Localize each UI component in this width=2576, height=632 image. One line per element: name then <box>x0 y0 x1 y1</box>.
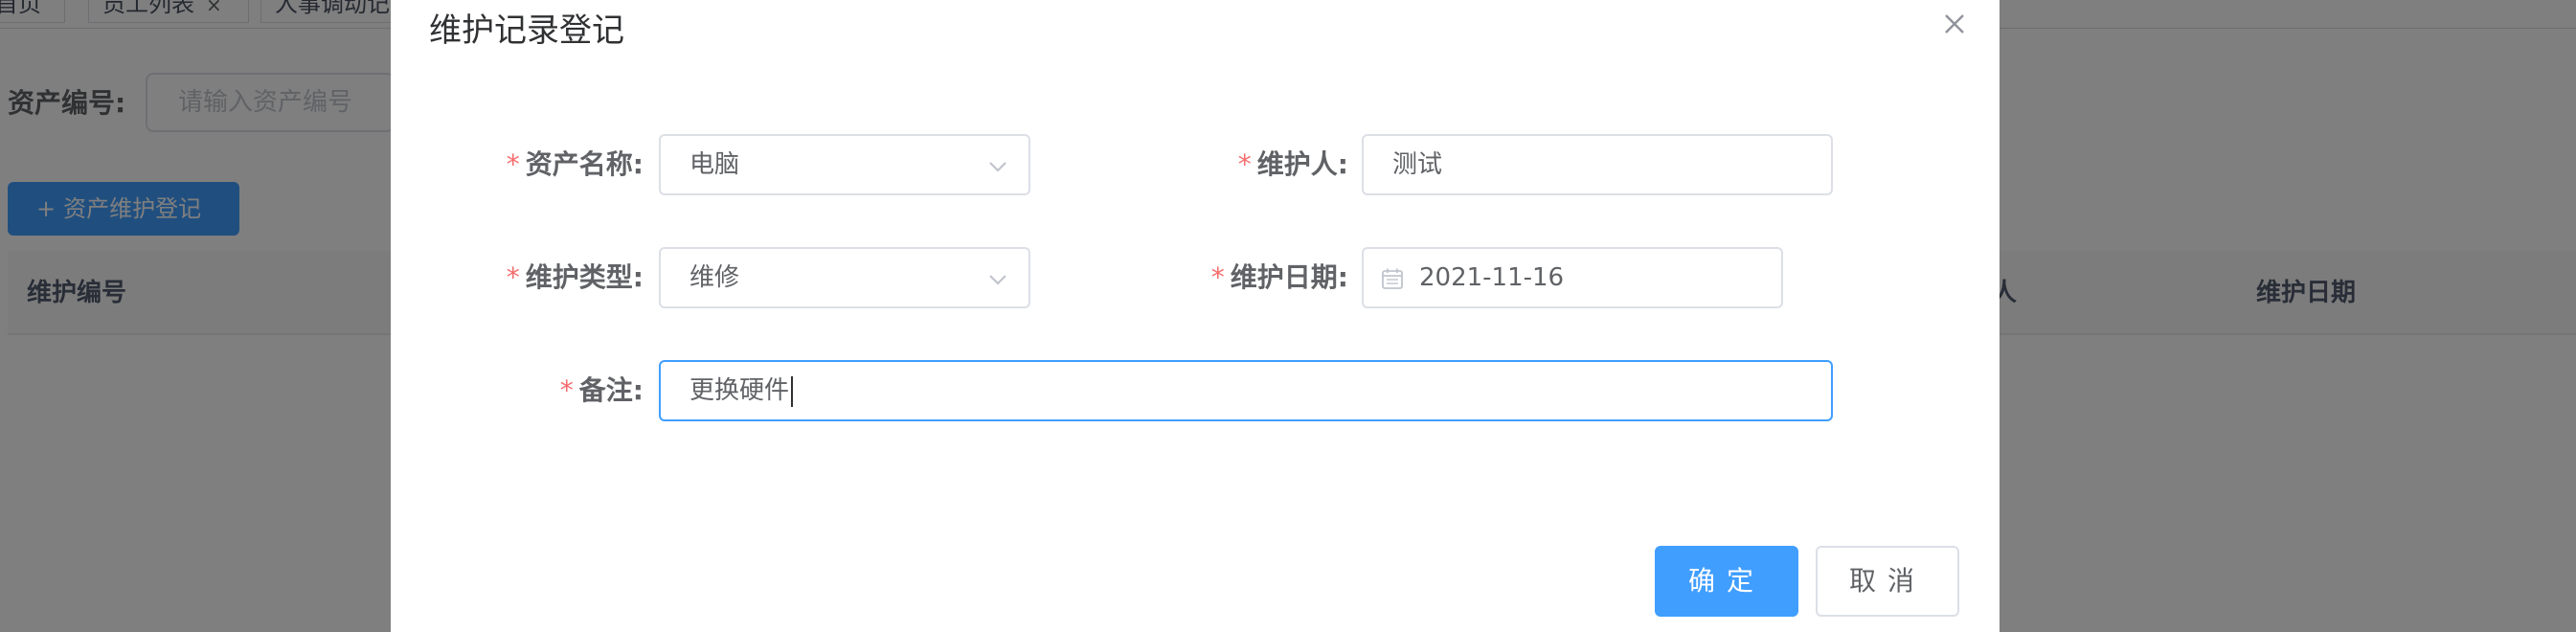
maintenance-record-dialog: 维护记录登记 * 资产名称: 电脑 * 维护人: 测试 * 维护类型: 维修 * 维护日… <box>391 0 2000 632</box>
maintenance-type-label-text: 维护类型: <box>525 261 644 293</box>
maintenance-date-value: 2021-11-16 <box>1419 263 1565 292</box>
text-cursor <box>791 375 794 407</box>
calendar-icon <box>1382 268 1403 289</box>
maintenance-date-picker[interactable]: 2021-11-16 <box>1362 247 1783 308</box>
maintainer-value: 测试 <box>1392 150 1443 179</box>
maintenance-type-label: * 维护类型: <box>500 259 644 297</box>
maintainer-input[interactable]: 测试 <box>1362 134 1833 195</box>
maintenance-type-select[interactable]: 维修 <box>659 247 1030 308</box>
remark-input[interactable]: 更换硬件 <box>659 360 1833 421</box>
chevron-down-icon <box>989 162 1006 172</box>
required-mark: * <box>1210 261 1225 293</box>
required-mark: * <box>559 374 574 406</box>
remark-label-text: 备注: <box>578 374 644 406</box>
asset-name-select[interactable]: 电脑 <box>659 134 1030 195</box>
maintenance-date-label-text: 维护日期: <box>1230 261 1348 293</box>
confirm-button[interactable]: 确定 <box>1655 546 1798 617</box>
required-mark: * <box>506 261 520 293</box>
chevron-down-icon <box>989 275 1006 285</box>
asset-name-label-text: 资产名称: <box>525 148 644 180</box>
required-mark: * <box>506 148 520 180</box>
maintainer-label-text: 维护人: <box>1256 148 1348 180</box>
dialog-title: 维护记录登记 <box>429 11 624 50</box>
close-icon[interactable] <box>1940 10 1969 38</box>
cancel-button[interactable]: 取消 <box>1816 546 1959 617</box>
remark-label: * 备注: <box>529 372 644 410</box>
maintenance-type-value: 维修 <box>689 263 740 292</box>
maintenance-date-label: * 维护日期: <box>1195 259 1348 297</box>
maintainer-label: * 维护人: <box>1209 146 1348 184</box>
asset-name-label: * 资产名称: <box>500 146 644 184</box>
remark-value: 更换硬件 <box>689 376 790 405</box>
required-mark: * <box>1237 148 1252 180</box>
asset-name-value: 电脑 <box>689 150 740 179</box>
